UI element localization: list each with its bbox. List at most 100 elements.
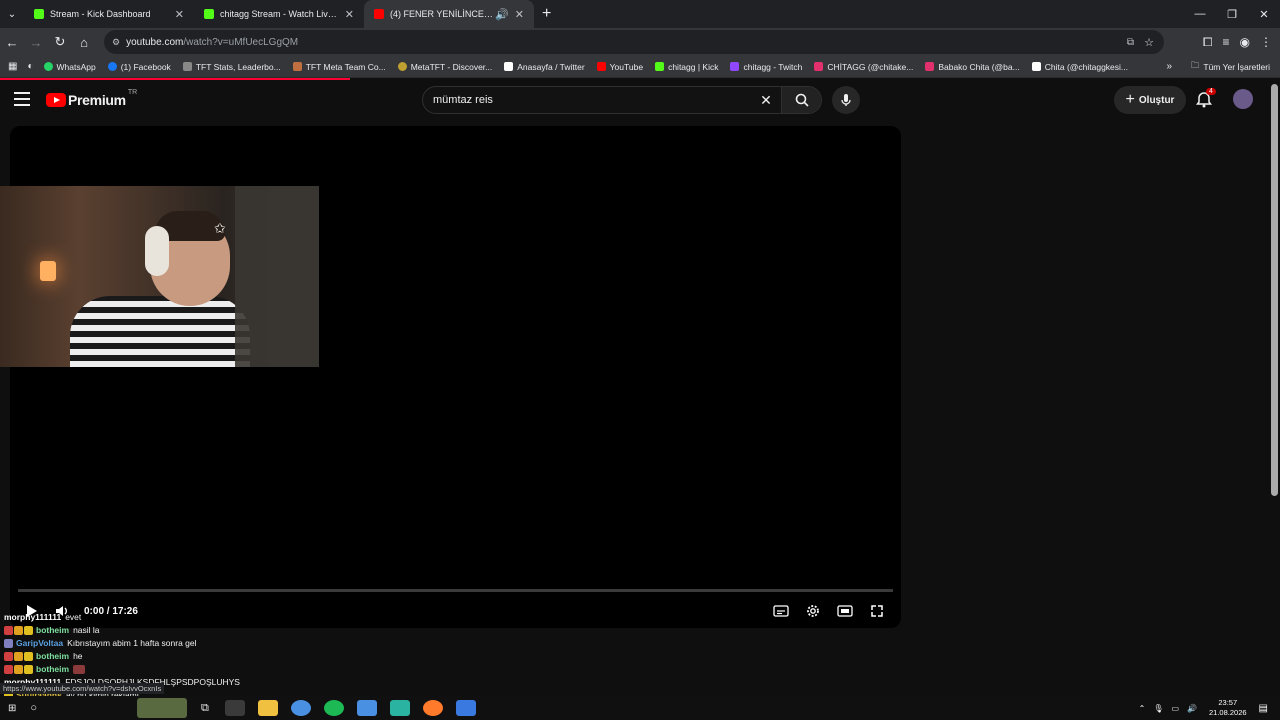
bookmark-label: YouTube	[609, 61, 644, 72]
volume-tray-icon[interactable]: 🔊	[1187, 704, 1197, 713]
bookmark-kick[interactable]: chitagg | Kick	[655, 62, 718, 72]
notifications-button[interactable]: 4	[1196, 88, 1216, 110]
taskbar-app-icon[interactable]	[357, 700, 378, 716]
bookmark-tiktok[interactable]: Chita (@chitaggkesi...	[1031, 62, 1128, 72]
taskbar-app-icon[interactable]	[225, 700, 246, 716]
taskbar-app-icon[interactable]	[423, 700, 444, 716]
create-button[interactable]: + Oluştur	[1114, 86, 1186, 114]
bookmark-label: chitagg | Kick	[668, 61, 719, 72]
bookmark-twitter[interactable]: Anasayfa / Twitter	[504, 62, 585, 72]
bookmark-whatsapp[interactable]: WhatsApp	[43, 62, 96, 72]
all-bookmarks-label: Tüm Yer İşaretleri	[1203, 62, 1270, 72]
page-scrollbar-thumb[interactable]	[1271, 84, 1278, 496]
taskbar-app-icon[interactable]	[258, 700, 279, 716]
windows-taskbar: ⊞ ○ ⧉ ⌃ 🎙 ▭ 🔊 23:57 21.08.2026 ▤	[0, 696, 1280, 720]
video-progress-bar[interactable]	[18, 589, 893, 592]
taskbar-widget-thumbnail[interactable]	[137, 698, 188, 718]
chat-badges	[4, 626, 33, 635]
bookmark-label: Babako Chita (@ba...	[938, 61, 1020, 72]
bookmark-tft-stats[interactable]: TFT Stats, Leaderbo...	[182, 62, 281, 72]
network-icon[interactable]: ▭	[1171, 704, 1179, 713]
youtube-favicon-icon	[374, 9, 384, 19]
voice-search-button[interactable]	[832, 86, 860, 114]
restore-icon[interactable]: ❐	[1216, 8, 1248, 21]
media-control-icon[interactable]: ≡	[1223, 35, 1230, 49]
tab-search-icon[interactable]: ⌄	[0, 9, 24, 20]
close-window-icon[interactable]: ✕	[1248, 8, 1280, 21]
reload-icon[interactable]: ↻	[48, 34, 72, 50]
task-view-icon[interactable]: ⧉	[201, 702, 209, 715]
new-tab-icon[interactable]: +	[542, 5, 551, 23]
microphone-tray-icon[interactable]: 🎙	[1153, 704, 1163, 713]
close-tab-icon[interactable]: ✕	[345, 8, 354, 21]
address-bar[interactable]: ⚙ youtube.com /watch?v=uMfUecLGgQM ⧉ ☆	[104, 30, 1164, 54]
guide-menu-icon[interactable]	[14, 92, 30, 106]
subtitles-button[interactable]	[769, 599, 793, 623]
toolbar-actions: ⧠ ≡ ◉ ⋮	[1203, 28, 1272, 56]
search-input[interactable]	[423, 94, 751, 106]
chat-badge-icon	[4, 639, 13, 648]
chat-text: Kıbrıstayım abim 1 hafta sonra gel	[67, 638, 197, 648]
more-bookmarks-icon[interactable]: »	[1166, 61, 1172, 72]
clock-date: 21.08.2026	[1209, 708, 1247, 717]
bookmark-twitch[interactable]: chitagg - Twitch	[730, 62, 802, 72]
forward-icon[interactable]: →	[24, 35, 48, 50]
bookmark-tft-meta[interactable]: TFT Meta Team Co...	[292, 62, 386, 72]
bookmark-instagram-2[interactable]: Babako Chita (@ba...	[925, 61, 1020, 72]
close-tab-icon[interactable]: ✕	[515, 8, 524, 21]
notification-center-icon[interactable]: ▤	[1259, 703, 1268, 714]
account-avatar[interactable]	[1233, 89, 1253, 109]
bookmark-instagram-1[interactable]: CHİTAGG (@chitake...	[814, 62, 913, 72]
region-code: TR	[127, 88, 138, 96]
url-path: /watch?v=uMfUecLGgQM	[183, 36, 299, 48]
chat-username: botheim	[36, 651, 70, 661]
chat-badge-icon	[24, 652, 33, 661]
speaker-icon[interactable]: 🔊	[495, 8, 509, 21]
browser-tab-kick-dashboard[interactable]: Stream - Kick Dashboard ✕	[24, 0, 194, 28]
theater-mode-button[interactable]	[833, 599, 857, 623]
settings-button[interactable]	[801, 599, 825, 623]
taskbar-app-icon[interactable]	[291, 700, 312, 716]
show-hidden-icons[interactable]: ⌃	[1139, 704, 1146, 713]
bookmark-facebook[interactable]: (1) Facebook	[107, 62, 171, 72]
profile-bookmark-icon[interactable]: ◐	[27, 61, 33, 72]
bookmark-metatft[interactable]: MetaTFT - Discover...	[397, 62, 492, 72]
site-info-icon[interactable]: ⚙	[112, 37, 120, 48]
extensions-icon[interactable]: ⧠	[1203, 35, 1213, 50]
install-app-icon[interactable]: ⧉	[1127, 37, 1134, 48]
system-tray: ⌃ 🎙 ▭ 🔊 23:57 21.08.2026 ▤	[1139, 696, 1280, 720]
tab-title: (4) FENER YENİLİNCE DÜNYA	[390, 9, 493, 19]
chat-badge-icon	[14, 665, 23, 674]
bookmark-label: chitagg - Twitch	[743, 61, 803, 72]
microphone-icon	[841, 94, 851, 106]
tab-title: chitagg Stream - Watch Live on Kick	[220, 9, 339, 19]
fullscreen-button[interactable]	[865, 599, 889, 623]
taskbar-app-icon[interactable]	[456, 700, 477, 716]
browser-tab-kick-stream[interactable]: chitagg Stream - Watch Live on Kick ✕	[194, 0, 364, 28]
create-label: Oluştur	[1138, 94, 1175, 106]
apps-grid-icon[interactable]: ▦	[8, 61, 17, 72]
taskbar-app-icon[interactable]	[324, 700, 345, 716]
youtube-premium-logo[interactable]: Premium TR	[46, 88, 138, 108]
bookmark-youtube[interactable]: YouTube	[596, 61, 644, 72]
bookmarks-bar: ▦ ◐ WhatsApp (1) Facebook TFT Stats, Lea…	[0, 56, 1280, 78]
close-tab-icon[interactable]: ✕	[175, 8, 184, 21]
kick-icon	[655, 62, 665, 71]
profile-icon[interactable]: ◉	[1240, 35, 1250, 49]
windows-start-icon[interactable]: ⊞	[8, 703, 16, 714]
all-bookmarks-folder[interactable]: 🗀 Tüm Yer İşaretleri	[1191, 60, 1270, 74]
clear-search-icon[interactable]: ✕	[751, 92, 781, 109]
bookmark-star-icon[interactable]: ☆	[1144, 36, 1154, 49]
taskbar-search-icon[interactable]: ○	[30, 702, 37, 714]
home-icon[interactable]: ⌂	[72, 35, 96, 50]
taskbar-clock[interactable]: 23:57 21.08.2026	[1209, 698, 1247, 718]
instagram-icon	[814, 62, 824, 71]
link-status-url: https://www.youtube.com/watch?v=dsIvvOcx…	[0, 683, 165, 694]
taskbar-app-icon[interactable]	[390, 700, 411, 716]
back-icon[interactable]: ←	[0, 35, 24, 50]
minimize-icon[interactable]: —	[1184, 8, 1216, 20]
menu-icon[interactable]: ⋮	[1260, 35, 1272, 49]
chat-text: nasil la	[73, 625, 100, 635]
search-button[interactable]	[781, 87, 821, 113]
browser-tab-youtube[interactable]: (4) FENER YENİLİNCE DÜNYA 🔊 ✕	[364, 0, 534, 28]
